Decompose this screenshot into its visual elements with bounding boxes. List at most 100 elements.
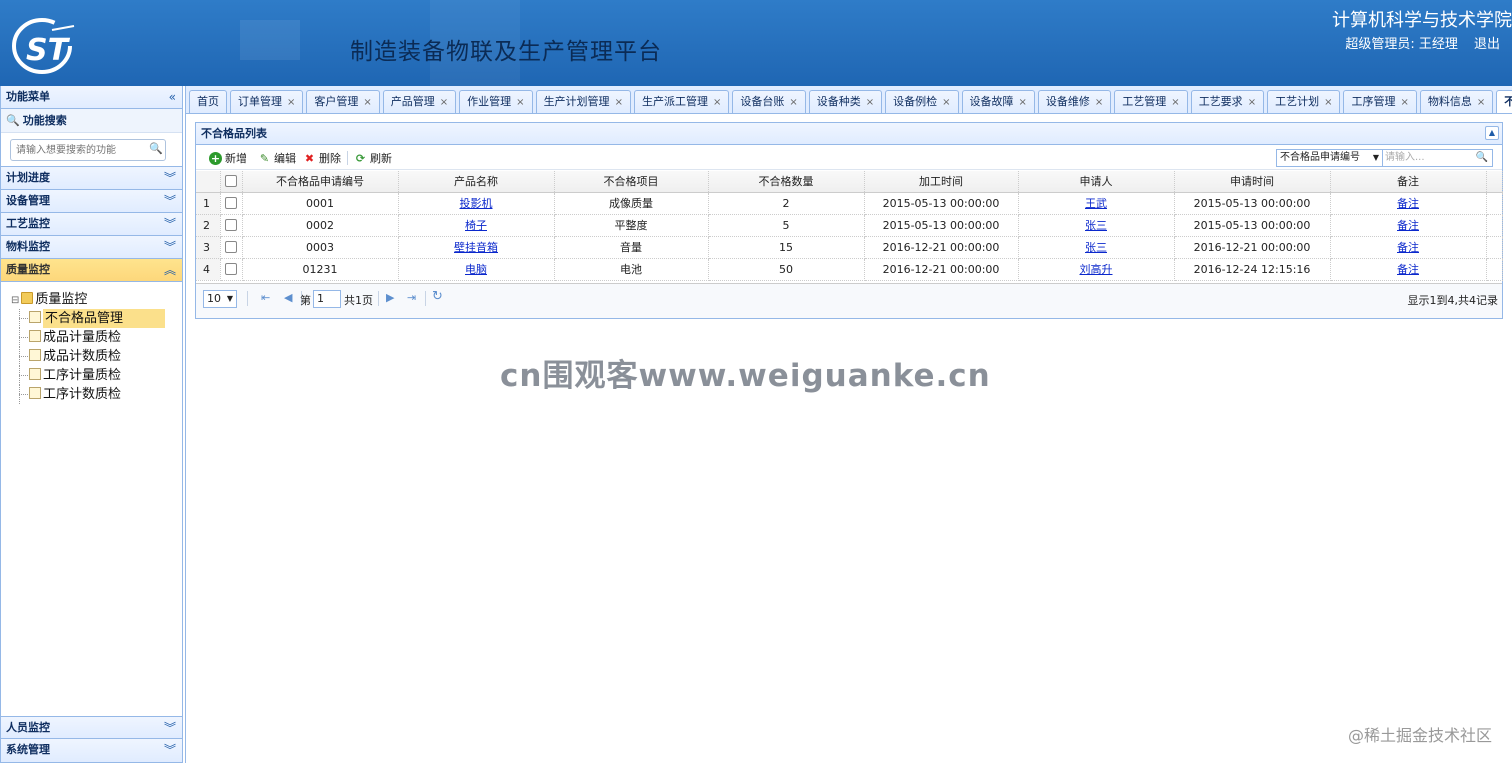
close-icon[interactable]: × [942, 97, 950, 108]
add-button[interactable]: + 新增 [209, 150, 247, 166]
search-icon[interactable]: 🔍 [1476, 150, 1488, 166]
select-all-checkbox[interactable] [225, 174, 237, 187]
cell-link[interactable]: 备注 [1397, 263, 1419, 276]
last-page-icon[interactable]: ⇥ [407, 291, 416, 304]
reload-icon[interactable]: ↻ [432, 289, 443, 304]
cell-link[interactable]: 王武 [1085, 197, 1107, 210]
tab[interactable]: 工艺管理 × [1114, 90, 1188, 113]
delete-button[interactable]: ✖ 删除 [303, 150, 341, 166]
tab[interactable]: 物料信息 × [1419, 90, 1494, 113]
grid-search-input[interactable]: 请输入... [1385, 150, 1425, 166]
tab[interactable]: 设备例检 × [885, 90, 959, 113]
column-header[interactable]: 申请时间 [1174, 171, 1331, 193]
panel-system[interactable]: 系统管理 ︾ [1, 739, 182, 762]
panel-personnel[interactable]: 人员监控 ︾ [1, 716, 182, 739]
function-search-input[interactable] [10, 139, 166, 161]
tab[interactable]: 客户管理 × [306, 90, 380, 113]
panel-process[interactable]: 工艺监控 ︾ [1, 213, 182, 236]
row-checkbox[interactable] [225, 240, 237, 253]
table-row[interactable]: 1 0001 投影机 成像质量 2 2015-05-13 00:00:00 王武 2015-0… [196, 192, 1503, 215]
table-row[interactable]: 4 01231 电脑 电池 50 2016-12-21 00:00:00 刘高升 2016-1… [196, 258, 1503, 281]
panel-plan[interactable]: 计划进度 ︾ [1, 167, 182, 190]
page-number-input[interactable]: 1 [313, 290, 341, 308]
table-cell: 音量 [554, 236, 709, 259]
close-icon[interactable]: × [287, 97, 295, 108]
close-icon[interactable]: × [1400, 97, 1408, 108]
search-icon: 🔍 [6, 114, 20, 127]
edit-button[interactable]: ✎ 编辑 [258, 150, 296, 166]
tree-item[interactable]: 工序计量质检 [11, 366, 182, 385]
page-size-select[interactable]: 10 ▼ [203, 290, 237, 308]
tab[interactable]: 不合格品管理× [1496, 90, 1512, 113]
close-icon[interactable]: × [789, 97, 797, 108]
close-icon[interactable]: × [516, 97, 524, 108]
close-icon[interactable]: × [615, 97, 623, 108]
column-header[interactable]: 备注 [1330, 171, 1487, 193]
collapse-icon[interactable]: ⊟ [11, 295, 19, 306]
table-row[interactable]: 2 0002 椅子 平整度 5 2015-05-13 00:00:00 张三 2015-05-… [196, 214, 1503, 237]
close-icon[interactable]: × [1095, 97, 1103, 108]
column-header[interactable]: 加工时间 [864, 171, 1019, 193]
cell-link[interactable]: 张三 [1085, 219, 1107, 232]
close-icon[interactable]: × [866, 97, 874, 108]
collapse-left-icon[interactable]: « [169, 86, 176, 108]
row-checkbox[interactable] [225, 196, 237, 209]
column-header[interactable]: 不合格数量 [708, 171, 865, 193]
cell-link[interactable]: 椅子 [465, 219, 487, 232]
cell-link[interactable]: 张三 [1085, 241, 1107, 254]
cell-link[interactable]: 壁挂音箱 [454, 241, 498, 254]
panel-quality[interactable]: 质量监控 ︽ [1, 259, 182, 282]
collapse-panel-icon[interactable]: ▲ [1485, 126, 1499, 140]
cell-link[interactable]: 刘高升 [1080, 263, 1113, 276]
table-row[interactable]: 3 0003 壁挂音箱 音量 15 2016-12-21 00:00:00 张三 2016-1… [196, 236, 1503, 259]
close-icon[interactable]: × [363, 97, 371, 108]
column-header[interactable]: 产品名称 [398, 171, 555, 193]
tab[interactable]: 设备故障 × [961, 90, 1035, 113]
cell-link[interactable]: 备注 [1397, 197, 1419, 210]
tab[interactable]: 生产派工管理 × [633, 90, 730, 113]
tree-item[interactable]: 工序计数质检 [11, 385, 182, 404]
tab[interactable]: 工艺计划 × [1267, 90, 1341, 113]
close-icon[interactable]: × [1248, 97, 1256, 108]
first-page-icon[interactable]: ⇤ [261, 291, 270, 304]
close-icon[interactable]: × [1171, 97, 1179, 108]
search-icon[interactable]: 🔍 [149, 142, 163, 155]
cell-link[interactable]: 电脑 [465, 263, 487, 276]
tree-item[interactable]: 不合格品管理 [11, 309, 182, 328]
tab[interactable]: 设备台账 × [732, 90, 806, 113]
cell-link[interactable]: 投影机 [460, 197, 493, 210]
refresh-button[interactable]: ⟳ 刷新 [354, 150, 392, 166]
panel-equipment[interactable]: 设备管理 ︾ [1, 190, 182, 213]
tab[interactable]: 订单管理 × [230, 90, 304, 113]
close-icon[interactable]: × [1477, 97, 1485, 108]
row-checkbox[interactable] [225, 218, 237, 231]
cell-link[interactable]: 备注 [1397, 219, 1419, 232]
tab[interactable]: 作业管理 × [459, 90, 533, 113]
logout-link[interactable]: 退出 [1474, 37, 1500, 52]
cell-link[interactable]: 备注 [1397, 241, 1419, 254]
tab[interactable]: 工艺要求 × [1190, 90, 1265, 113]
tab[interactable]: 产品管理 × [382, 90, 457, 113]
tab[interactable]: 首页 [189, 90, 227, 113]
close-icon[interactable]: × [440, 97, 448, 108]
row-select-cell [220, 192, 243, 215]
tree-root[interactable]: ⊟ 质量监控 [11, 290, 182, 309]
close-icon[interactable]: × [713, 97, 721, 108]
close-icon[interactable]: × [1324, 97, 1332, 108]
header: ST 制造装备物联及生产管理平台 计算机科学与技术学院 超级管理员: 王经理 退… [0, 0, 1512, 86]
next-page-icon[interactable]: ▶ [386, 291, 394, 304]
tab[interactable]: 设备维修 × [1037, 90, 1112, 113]
panel-material[interactable]: 物料监控 ︾ [1, 236, 182, 259]
column-header[interactable]: 申请人 [1018, 171, 1175, 193]
search-field-select[interactable]: 不合格品申请编号 ▼ [1277, 150, 1383, 166]
tab[interactable]: 生产计划管理 × [535, 90, 631, 113]
column-header[interactable]: 不合格品申请编号 [242, 171, 399, 193]
row-checkbox[interactable] [225, 262, 237, 275]
close-icon[interactable]: × [1019, 97, 1027, 108]
prev-page-icon[interactable]: ◀ [284, 291, 292, 304]
tree-item[interactable]: 成品计量质检 [11, 328, 182, 347]
column-header[interactable]: 不合格项目 [554, 171, 709, 193]
tree-item[interactable]: 成品计数质检 [11, 347, 182, 366]
tab[interactable]: 设备种类 × [808, 90, 883, 113]
tab[interactable]: 工序管理 × [1343, 90, 1417, 113]
